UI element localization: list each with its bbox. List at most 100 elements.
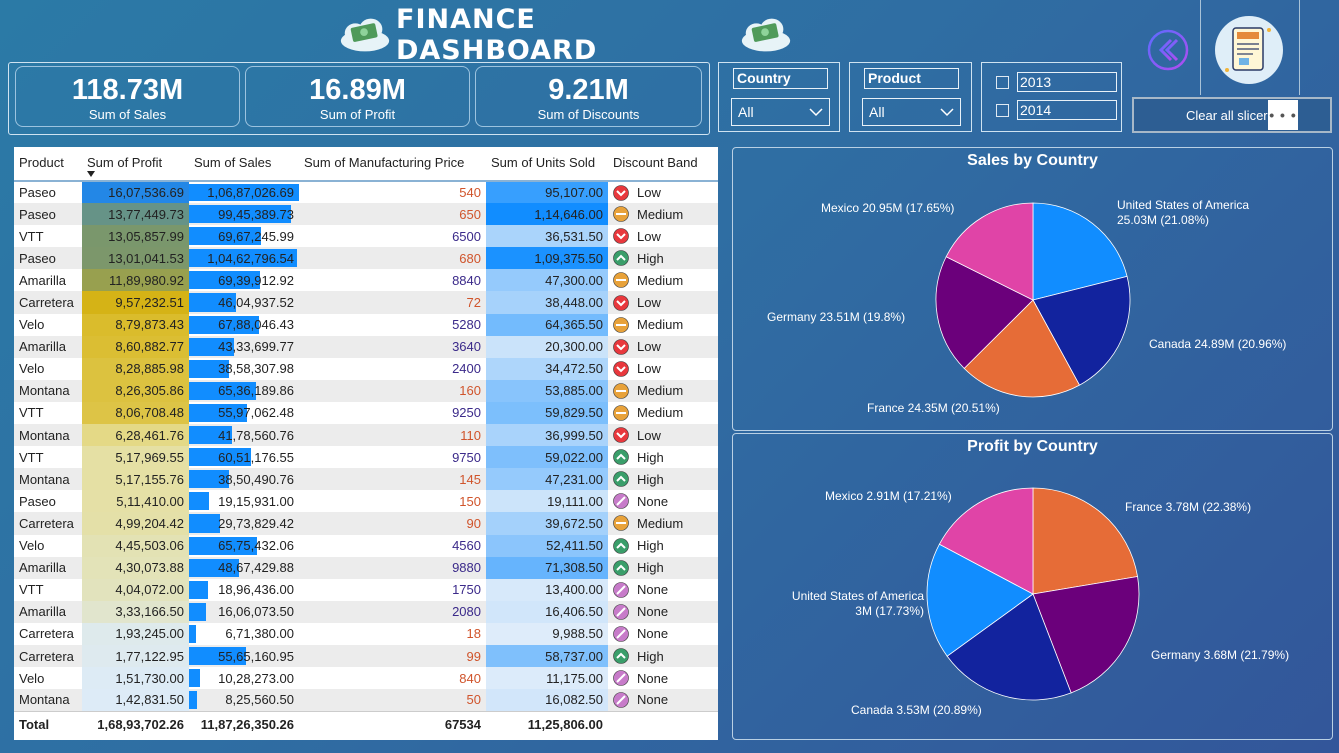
table-row[interactable]: Amarilla 11,89,980.92 69,39,912.92 8840 47,3… (14, 269, 718, 292)
table-row[interactable]: Amarilla 3,33,166.50 16,06,073.50 2080 16,40… (14, 600, 718, 623)
table-row[interactable]: Carretera 1,93,245.00 6,71,380.00 18 9,988.5… (14, 622, 718, 645)
units-value: 16,406.50 (545, 604, 603, 620)
mfg-price-cell: 8840 (452, 272, 481, 288)
column-header[interactable]: Sum of Manufacturing Price (299, 147, 486, 182)
year-option-2013[interactable]: 2013 (996, 72, 1117, 92)
sales-value: 29,73,829.42 (218, 515, 294, 531)
discount-band-cell: Medium (608, 512, 718, 535)
clear-all-slicers-button[interactable]: Clear all slicer • • • (1132, 97, 1332, 133)
product-cell: Velo (19, 361, 45, 377)
low-band-icon (613, 184, 629, 201)
back-arrow-icon[interactable] (1146, 28, 1190, 72)
table-row[interactable]: Velo 1,51,730.00 10,28,273.00 840 11,175.00 N… (14, 667, 718, 690)
sales-value: 1,06,87,026.69 (207, 185, 294, 201)
table-row[interactable]: Montana 5,17,155.76 38,50,490.76 145 47,231.… (14, 468, 718, 491)
units-value: 34,472.50 (545, 361, 603, 377)
low-band-icon (613, 294, 629, 311)
product-dropdown[interactable]: All (862, 98, 961, 126)
sales-cell: 65,36,189.86 (189, 379, 299, 402)
mfg-price-cell: 1750 (452, 582, 481, 598)
sales-cell: 19,15,931.00 (189, 490, 299, 512)
sales-value: 99,45,389.73 (218, 206, 294, 222)
table-row[interactable]: VTT 4,04,072.00 18,96,436.00 1750 13,400.00 N… (14, 578, 718, 601)
discount-band-cell: High (608, 247, 718, 270)
pie-data-label: Mexico 20.95M (17.65%) (821, 201, 955, 215)
sales-value: 46,04,937.52 (218, 295, 294, 311)
kpi-value: 9.21M (548, 74, 629, 106)
mfg-price-cell: 840 (459, 670, 481, 686)
discount-band-cell: High (608, 535, 718, 557)
table-row[interactable]: Carretera 4,99,204.42 29,73,829.42 90 39,672… (14, 512, 718, 535)
profit-value: 5,17,155.76 (115, 471, 184, 487)
profit-value: 8,26,305.86 (115, 383, 184, 399)
more-options-button[interactable]: • • • (1268, 100, 1298, 130)
column-header[interactable]: Discount Band (608, 147, 718, 182)
mfg-price-cell: 110 (299, 424, 486, 447)
sort-descending-icon (87, 171, 95, 177)
units-cell: 39,672.50 (486, 512, 608, 535)
units-value: 36,999.50 (545, 427, 603, 443)
column-header[interactable]: Product (14, 147, 82, 182)
product-cell: VTT (19, 228, 44, 244)
table-row[interactable]: Paseo 13,01,041.53 1,04,62,796.54 680 1,09,3… (14, 247, 718, 270)
table-row[interactable]: VTT 5,17,969.55 60,51,176.55 9750 59,022.00 H… (14, 446, 718, 469)
country-dropdown[interactable]: All (731, 98, 830, 126)
pie-slice-france[interactable] (1032, 487, 1139, 595)
sales-cell: 41,78,560.76 (189, 424, 299, 447)
profit-value: 13,77,449.73 (108, 206, 184, 222)
units-value: 19,111.00 (547, 493, 603, 509)
units-value: 64,365.50 (545, 317, 603, 333)
year-label: 2013 (1017, 72, 1117, 92)
profit-cell: 4,04,072.00 (82, 578, 189, 601)
sales-value: 60,51,176.55 (218, 449, 294, 465)
table-row[interactable]: Paseo 5,11,410.00 19,15,931.00 150 19,111.00… (14, 490, 718, 513)
discount-band-label: High (637, 449, 664, 465)
table-row[interactable]: Amarilla 8,60,882.77 43,33,699.77 3640 20,30… (14, 335, 718, 358)
sales-value: 38,50,490.76 (218, 471, 294, 487)
table-total-row: Total 1,68,93,702.26 11,87,26,350.26 675… (14, 710, 718, 738)
table-row[interactable]: Carretera 9,57,232.51 46,04,937.52 72 38,448… (14, 291, 718, 314)
mfg-price-cell: 160 (299, 379, 486, 402)
product-cell: VTT (19, 582, 44, 598)
high-band-icon (613, 449, 629, 465)
checkbox[interactable] (996, 75, 1009, 89)
clear-all-slicers-label: Clear all slicer (1186, 107, 1268, 123)
discount-band-cell: None (608, 490, 718, 512)
table-row[interactable]: Montana 6,28,461.76 41,78,560.76 110 36,999.… (14, 424, 718, 447)
units-cell: 13,400.00 (486, 578, 608, 601)
table-row[interactable]: VTT 8,06,708.48 55,97,062.48 9250 59,829.50 M… (14, 401, 718, 425)
column-header[interactable]: Sum of Units Sold (486, 147, 608, 182)
profit-cell: 8,28,885.98 (82, 357, 189, 380)
profit-value: 1,93,245.00 (115, 626, 184, 642)
profit-cell: 8,79,873.43 (82, 313, 189, 336)
table-row[interactable]: Amarilla 4,30,073.88 48,67,429.88 9880 71,30… (14, 556, 718, 579)
profit-value: 4,99,204.42 (115, 515, 184, 531)
checkbox[interactable] (996, 103, 1009, 117)
table-row[interactable]: Montana 1,42,831.50 8,25,560.50 50 16,082.50… (14, 689, 718, 712)
units-value: 1,14,646.00 (534, 206, 603, 222)
discount-band-label: Low (637, 228, 661, 244)
sales-value: 41,78,560.76 (218, 427, 294, 443)
table-header-row: Product Sum of Profit Sum of Sales Sum o… (14, 147, 718, 182)
profit-value: 1,42,831.50 (115, 692, 184, 708)
profit-cell: 4,30,073.88 (82, 556, 189, 579)
profit-cell: 8,06,708.48 (82, 401, 189, 425)
table-row[interactable]: Carretera 1,77,122.95 55,65,160.95 99 58,737… (14, 644, 718, 668)
table-row[interactable]: Velo 8,28,885.98 38,58,307.98 2400 34,472.50… (14, 357, 718, 380)
table-row[interactable]: Velo 8,79,873.43 67,88,046.43 5280 64,365.50… (14, 313, 718, 336)
table-row[interactable]: Montana 8,26,305.86 65,36,189.86 160 53,885.… (14, 379, 718, 402)
sales-cell: 8,25,560.50 (189, 689, 299, 712)
units-cell: 64,365.50 (486, 313, 608, 336)
table-row[interactable]: Paseo 13,77,449.73 99,45,389.73 650 1,14,646… (14, 203, 718, 226)
column-header[interactable]: Sum of Sales (189, 147, 299, 182)
table-row[interactable]: VTT 13,05,857.99 69,67,245.99 6500 36,531.50… (14, 225, 718, 248)
table-row[interactable]: Paseo 16,07,536.69 1,06,87,026.69 540 95,107… (14, 181, 718, 204)
chevron-down-icon (809, 107, 823, 116)
column-header-sorted[interactable]: Sum of Profit (82, 147, 189, 182)
discount-band-label: High (637, 538, 664, 554)
table-row[interactable]: Velo 4,45,503.06 65,75,432.06 4560 52,411.50… (14, 534, 718, 557)
pie-data-label: Canada 3.53M (20.89%) (851, 703, 982, 717)
pie-data-label: France 3.78M (22.38%) (1125, 500, 1252, 514)
year-option-2014[interactable]: 2014 (996, 100, 1117, 120)
sales-value: 55,97,062.48 (218, 405, 294, 421)
